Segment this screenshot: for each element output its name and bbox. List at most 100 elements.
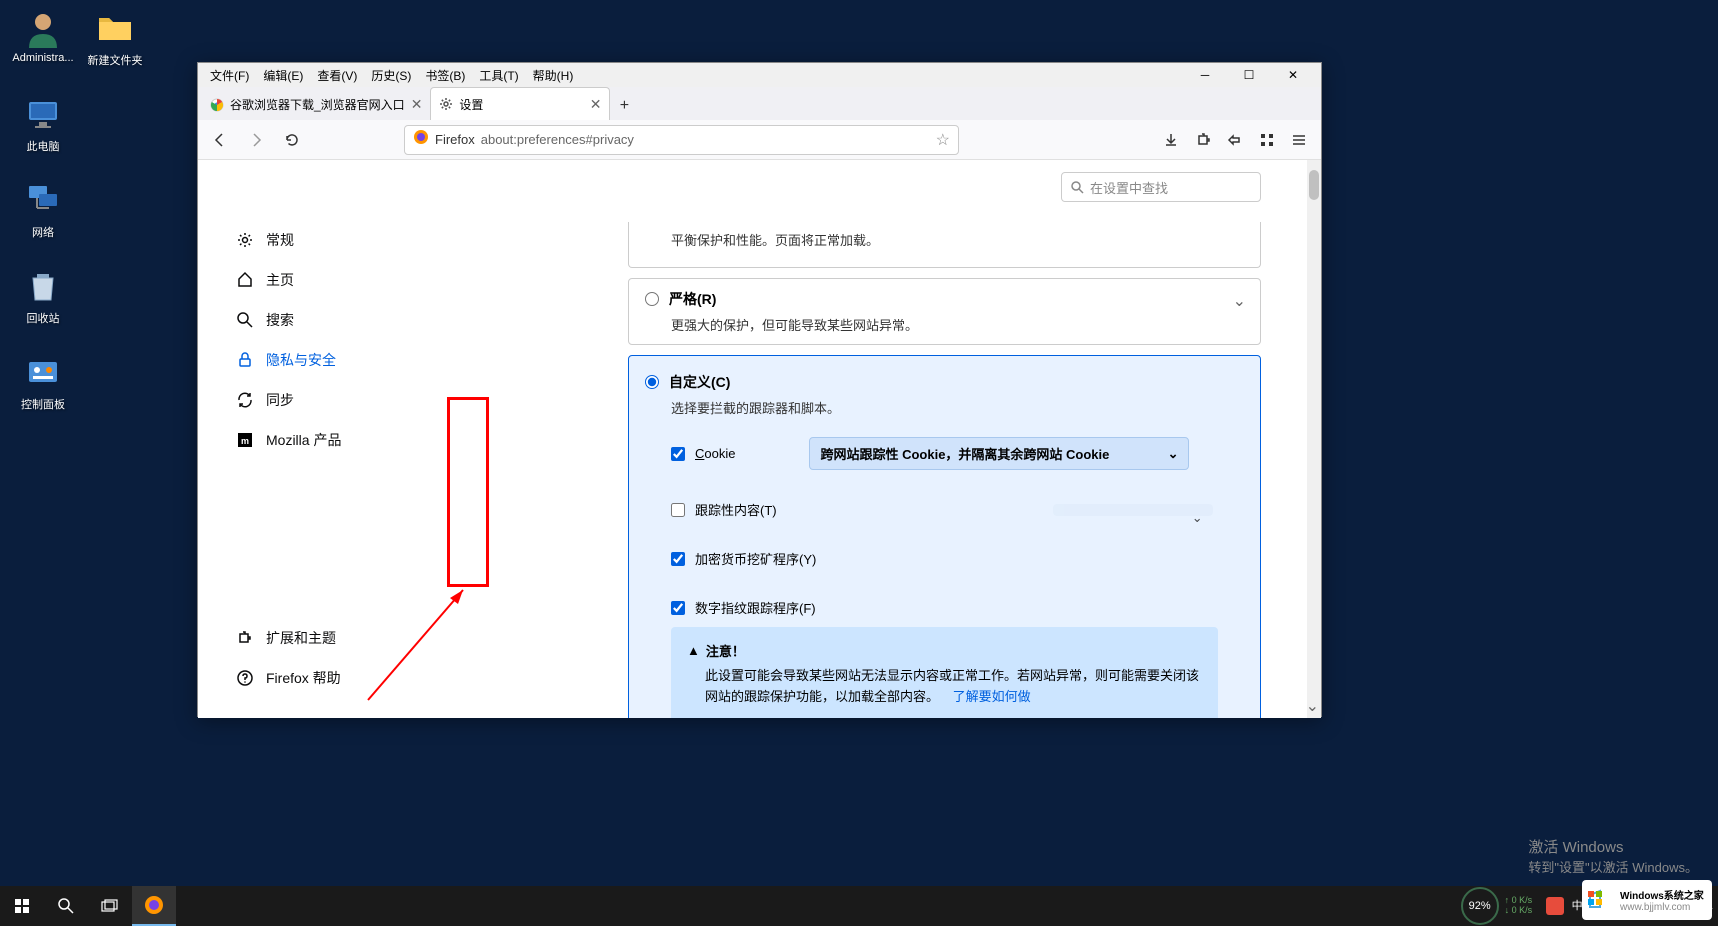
sidebar-item-sync[interactable]: 同步 [198,380,428,420]
desktop-icons-col2: 新建文件夹 [80,8,150,94]
tray-icon[interactable] [1546,897,1564,915]
back-button[interactable] [206,126,234,154]
scrollbar[interactable]: ⌄ [1307,160,1321,718]
downloads-button[interactable] [1157,126,1185,154]
puzzle-icon [236,629,254,647]
sidebar-item-extensions[interactable]: 扩展和主题 [198,618,428,658]
sidebar-item-mozilla[interactable]: m Mozilla 产品 [198,420,428,460]
extension-button[interactable] [1189,126,1217,154]
tracking-label: 跟踪性内容(T) [695,500,777,519]
tab-settings[interactable]: 设置 ✕ [430,87,610,120]
strict-radio[interactable] [645,292,659,306]
search-icon [1070,180,1084,194]
custom-desc: 选择要拦截的跟踪器和脚本。 [671,398,1244,417]
tab-chrome-download[interactable]: 谷歌浏览器下载_浏览器官网入口 ✕ [202,89,430,120]
network-icon [23,180,63,220]
menu-bookmarks[interactable]: 书签(B) [419,65,471,86]
chevron-down-icon[interactable]: ⌄ [1306,696,1319,716]
new-tab-button[interactable]: + [610,92,638,120]
cookie-select[interactable]: 跨网站跟踪性 Cookie，并隔离其余跨网站 Cookie ⌄ [809,437,1189,470]
desktop-icon-newfolder[interactable]: 新建文件夹 [80,8,150,86]
menu-help[interactable]: 帮助(H) [527,65,580,86]
sidebar-label: 搜索 [266,310,294,330]
performance-monitor[interactable]: 92% [1461,887,1499,925]
urlbar-url: about:preferences#privacy [481,132,634,147]
settings-main[interactable]: 在设置中查找 平衡保护和性能。页面将正常加载。 严格(R) 更强大的保护，但可能… [428,160,1321,718]
warning-text: 此设置可能会导致某些网站无法显示内容或正常工作。若网站异常，则可能需要关闭该网站… [705,668,1199,704]
settings-search-input[interactable]: 在设置中查找 [1061,172,1261,202]
fingerprint-check-row: 数字指纹跟踪程序(F) [671,598,1244,617]
tab-close-icon[interactable]: ✕ [411,96,423,113]
custom-radio[interactable] [645,375,659,389]
start-button[interactable] [0,886,44,926]
sidebar-item-help[interactable]: Firefox 帮助 [198,658,428,698]
menu-file[interactable]: 文件(F) [204,65,255,86]
forward-button[interactable] [242,126,270,154]
fingerprint-label: 数字指纹跟踪程序(F) [695,598,816,617]
close-button[interactable]: ✕ [1275,65,1311,85]
custom-title: 自定义(C) [669,372,730,392]
gear-icon [236,231,254,249]
option-standard[interactable]: 平衡保护和性能。页面将正常加载。 [628,222,1261,268]
sidebar-item-privacy[interactable]: 隐私与安全 [198,340,428,380]
navbar: Firefox about:preferences#privacy ☆ [198,120,1321,160]
cookie-label: Cookie [695,446,735,461]
urlbar-brand: Firefox [435,132,475,147]
menu-tools[interactable]: 工具(T) [473,65,524,86]
tracking-select[interactable]: ⌄ [1053,504,1213,516]
crypto-label: 加密货币挖矿程序(Y) [695,549,816,568]
chrome-icon [210,98,224,112]
fingerprint-checkbox[interactable] [671,601,685,615]
option-custom: 自定义(C) 选择要拦截的跟踪器和脚本。 Cookie 跨网站跟踪性 Cooki… [628,355,1261,718]
url-bar[interactable]: Firefox about:preferences#privacy ☆ [404,125,959,155]
desktop-icon-thispc[interactable]: 此电脑 [8,94,78,172]
tracking-checkbox[interactable] [671,503,685,517]
apps-button[interactable] [1253,126,1281,154]
menu-history[interactable]: 历史(S) [365,65,417,86]
menu-view[interactable]: 查看(V) [311,65,363,86]
menu-edit[interactable]: 编辑(E) [257,65,309,86]
crypto-checkbox[interactable] [671,552,685,566]
sidebar-label: Mozilla 产品 [266,430,341,450]
cookie-checkbox[interactable] [671,447,685,461]
maximize-button[interactable]: ☐ [1231,65,1267,85]
firefox-taskbar-button[interactable] [132,886,176,926]
warning-title-text: 注意！ [706,641,745,660]
tracking-check-row: 跟踪性内容(T) ⌄ [671,500,1244,519]
scrollbar-thumb[interactable] [1309,170,1319,200]
strict-title: 严格(R) [669,289,716,309]
sidebar-item-search[interactable]: 搜索 [198,300,428,340]
logo-badge: Windows系统之家 www.bjjmlv.com [1582,880,1712,920]
sidebar-label: 主页 [266,270,294,290]
desktop-icon-recyclebin[interactable]: 回收站 [8,266,78,344]
option-desc: 平衡保护和性能。页面将正常加载。 [645,222,1244,257]
home-icon [236,271,254,289]
crypto-check-row: 加密货币挖矿程序(Y) [671,549,1244,568]
settings-sidebar: 常规 主页 搜索 隐私与安全 同步 m Mozilla 产品 [198,160,428,718]
taskview-button[interactable] [88,886,132,926]
sidebar-item-general[interactable]: 常规 [198,220,428,260]
desktop-icons-col1: Administra... 此电脑 网络 回收站 控制面板 [8,8,78,438]
chevron-down-icon[interactable]: ⌄ [1233,291,1246,311]
desktop-icon-network[interactable]: 网络 [8,180,78,258]
desktop-icon-controlpanel[interactable]: 控制面板 [8,352,78,430]
sidebar-item-home[interactable]: 主页 [198,260,428,300]
controlpanel-icon [23,352,63,392]
sidebar-label: 常规 [266,230,294,250]
search-button[interactable] [44,886,88,926]
account-button[interactable] [1221,126,1249,154]
taskbar: 92% ↑ 0 K/s ↓ 0 K/s 中 🔒 ☁ 29°C 多云 ㅅ [0,886,1718,926]
bookmark-star-icon[interactable]: ☆ [936,130,950,150]
desktop-icon-administrator[interactable]: Administra... [8,8,78,86]
menubar: 文件(F) 编辑(E) 查看(V) 历史(S) 书签(B) 工具(T) 帮助(H… [198,63,1321,87]
tab-close-icon[interactable]: ✕ [590,96,602,113]
menu-button[interactable] [1285,126,1313,154]
recyclebin-icon [23,266,63,306]
help-icon [236,669,254,687]
folder-icon [95,8,135,48]
minimize-button[interactable]: ─ [1187,65,1223,85]
strict-desc: 更强大的保护，但可能导致某些网站异常。 [671,315,1244,334]
warning-link[interactable]: 了解要如何做 [953,689,1031,704]
option-strict[interactable]: 严格(R) 更强大的保护，但可能导致某些网站异常。 ⌄ [628,278,1261,345]
reload-button[interactable] [278,126,306,154]
